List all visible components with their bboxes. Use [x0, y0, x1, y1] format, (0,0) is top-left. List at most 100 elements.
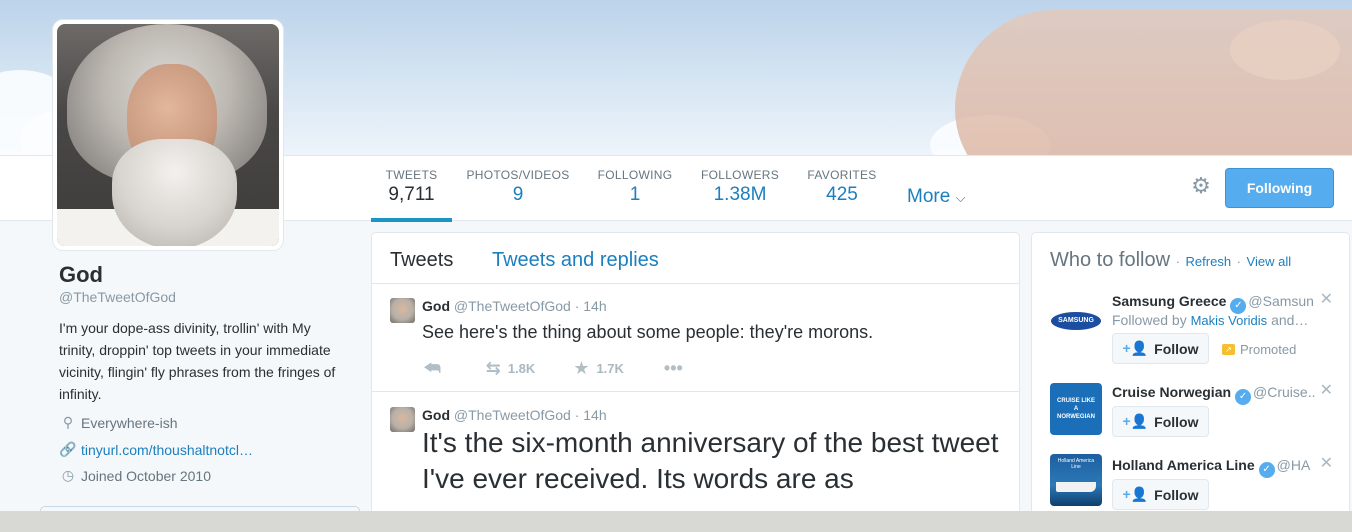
- suggestion-handle: @Samsun.: [1248, 293, 1315, 309]
- favorite-button[interactable]: ★ 1.7K: [573, 358, 624, 379]
- stat-value: 425: [826, 184, 858, 205]
- avatar[interactable]: [53, 20, 283, 250]
- suggestion-name-text: Cruise Norwegian: [1112, 384, 1232, 400]
- stat-label: FAVORITES: [807, 168, 877, 182]
- stat-value: 1.38M: [713, 184, 767, 205]
- stat-tweets[interactable]: TWEETS 9,711: [371, 168, 452, 206]
- star-icon: ★: [573, 358, 590, 378]
- cruise-norwegian-logo[interactable]: CRUISE LIKE A NORWEGIAN: [1050, 383, 1102, 435]
- follow-button[interactable]: +👤 Follow: [1112, 406, 1209, 437]
- following-button[interactable]: Following: [1225, 168, 1334, 208]
- stat-value: 9,711: [388, 184, 435, 205]
- follow-button[interactable]: +👤 Follow: [1112, 333, 1209, 364]
- stat-following[interactable]: FOLLOWING 1: [590, 168, 680, 206]
- holland-america-logo-text: Holland America Line: [1057, 458, 1095, 470]
- close-icon[interactable]: ✕: [1320, 380, 1333, 400]
- tweet-actions: ⮪ ⇆ 1.8K ★ 1.7K •••: [424, 358, 690, 379]
- browser-bottom-bar: [0, 511, 1352, 532]
- tweet-text: It's the six-month anniversary of the be…: [422, 427, 999, 494]
- timeline-tabs: Tweets Tweets and replies: [372, 233, 1019, 284]
- stat-label: FOLLOWING: [597, 168, 673, 182]
- more-label: More: [907, 186, 951, 207]
- add-user-icon: +👤: [1122, 486, 1149, 502]
- retweet-icon: ⇆: [485, 358, 501, 378]
- tweet-avatar[interactable]: [390, 407, 415, 432]
- ellipsis-icon: •••: [663, 358, 683, 378]
- tweet-author[interactable]: God: [422, 407, 450, 423]
- avatar-beard: [112, 139, 237, 246]
- suggestion-cruise-norwegian: CRUISE LIKE A NORWEGIAN Cruise Norwegian…: [1032, 378, 1349, 448]
- tweet-handle[interactable]: @TheTweetOfGod: [454, 407, 571, 423]
- close-icon[interactable]: ✕: [1320, 289, 1333, 309]
- banner-fingernail: [1230, 20, 1340, 80]
- stat-label: TWEETS: [385, 168, 438, 182]
- follow-label: Follow: [1154, 340, 1199, 357]
- close-icon[interactable]: ✕: [1320, 453, 1333, 473]
- tab-tweets-and-replies[interactable]: Tweets and replies: [492, 249, 659, 272]
- promoted-badge: ↗ Promoted: [1222, 342, 1296, 357]
- joined-text: Joined October 2010: [81, 467, 211, 484]
- follow-button[interactable]: +👤 Follow: [1112, 479, 1209, 510]
- retweet-button[interactable]: ⇆ 1.8K: [486, 358, 536, 379]
- more-options-button[interactable]: •••: [664, 358, 690, 379]
- who-to-follow-header: Who to follow · Refresh · View all: [1050, 249, 1291, 272]
- stat-value: 1: [629, 184, 641, 205]
- tab-tweets[interactable]: Tweets: [390, 249, 453, 272]
- suggestion-name-text: Holland America Line: [1112, 457, 1255, 473]
- follow-label: Follow: [1154, 413, 1199, 430]
- view-all-link[interactable]: View all: [1247, 254, 1292, 269]
- profile-link[interactable]: tinyurl.com/thoushaltnotcl…: [81, 442, 253, 458]
- separator: ·: [1236, 254, 1241, 269]
- holland-america-logo[interactable]: Holland America Line: [1050, 454, 1102, 506]
- gear-icon[interactable]: ⚙: [1189, 174, 1213, 198]
- stat-followers[interactable]: FOLLOWERS 1.38M: [696, 168, 784, 206]
- profile-name[interactable]: God: [59, 262, 103, 288]
- add-user-icon: +👤: [1122, 413, 1149, 429]
- tweet-time[interactable]: · 14h: [575, 407, 607, 423]
- stat-value: 9: [512, 184, 524, 205]
- add-user-icon: +👤: [1122, 340, 1149, 356]
- more-menu[interactable]: More ⌵: [907, 186, 965, 208]
- tweet-header: God @TheTweetOfGod · 14h: [422, 407, 607, 423]
- stat-photos-videos[interactable]: PHOTOS/VIDEOS 9: [463, 168, 573, 206]
- suggestion-name[interactable]: Samsung Greece ✓ @Samsun.: [1112, 293, 1315, 314]
- suggestion-name[interactable]: Holland America Line ✓ @HA: [1112, 457, 1315, 478]
- suggestion-name-text: Samsung Greece: [1112, 293, 1227, 309]
- suggestion-samsung-greece: SAMSUNG Samsung Greece ✓ @Samsun. Followed…: [1032, 285, 1349, 375]
- cruise-norwegian-logo-text: CRUISE LIKE A NORWEGIAN: [1056, 398, 1095, 420]
- location-text: Everywhere-ish: [81, 414, 178, 431]
- promoted-label: Promoted: [1240, 342, 1297, 357]
- location-pin-icon: ⚲: [62, 414, 74, 430]
- suggestion-handle: @HA: [1276, 457, 1311, 473]
- profile-url: 🔗 tinyurl.com/thoushaltnotcl…: [59, 441, 253, 458]
- avatar-image: [57, 24, 279, 246]
- profile-bio: I'm your dope-ass divinity, trollin' wit…: [59, 320, 336, 402]
- profile-joined: ◷ Joined October 2010: [59, 467, 211, 484]
- ship-icon: [1056, 482, 1096, 492]
- tweet-text: See here's the thing about some people: …: [422, 322, 874, 342]
- samsung-logo-mark: SAMSUNG: [1051, 312, 1101, 330]
- profile-handle[interactable]: @TheTweetOfGod: [59, 289, 176, 305]
- tweet-handle[interactable]: @TheTweetOfGod: [454, 298, 571, 314]
- timeline: Tweets Tweets and replies God @TheTweetO…: [371, 232, 1020, 532]
- verified-icon: ✓: [1235, 389, 1252, 405]
- tweet-author[interactable]: God: [422, 298, 450, 314]
- followed-by-user[interactable]: Makis Voridis: [1191, 313, 1268, 328]
- reply-button[interactable]: ⮪: [424, 358, 448, 379]
- followed-by-label: Followed by: [1112, 312, 1187, 328]
- refresh-link[interactable]: Refresh: [1186, 254, 1232, 269]
- samsung-logo[interactable]: SAMSUNG: [1050, 295, 1102, 347]
- tweet-time[interactable]: · 14h: [575, 298, 607, 314]
- suggestion-handle: @Cruise..: [1253, 384, 1315, 400]
- stat-favorites[interactable]: FAVORITES 425: [802, 168, 882, 206]
- chevron-down-icon: ⌵: [955, 190, 966, 205]
- followed-by-suffix: and…: [1271, 312, 1309, 328]
- tweet-avatar[interactable]: [390, 298, 415, 323]
- suggestion-name[interactable]: Cruise Norwegian ✓ @Cruise..: [1112, 384, 1315, 405]
- verified-icon: ✓: [1258, 462, 1275, 478]
- follow-label: Follow: [1154, 486, 1199, 503]
- tweet[interactable]: God @TheTweetOfGod · 14h See here's the …: [372, 284, 1019, 392]
- reply-icon: ⮪: [424, 358, 441, 378]
- tweet-header: God @TheTweetOfGod · 14h: [422, 298, 607, 314]
- who-to-follow-title: Who to follow: [1050, 249, 1171, 271]
